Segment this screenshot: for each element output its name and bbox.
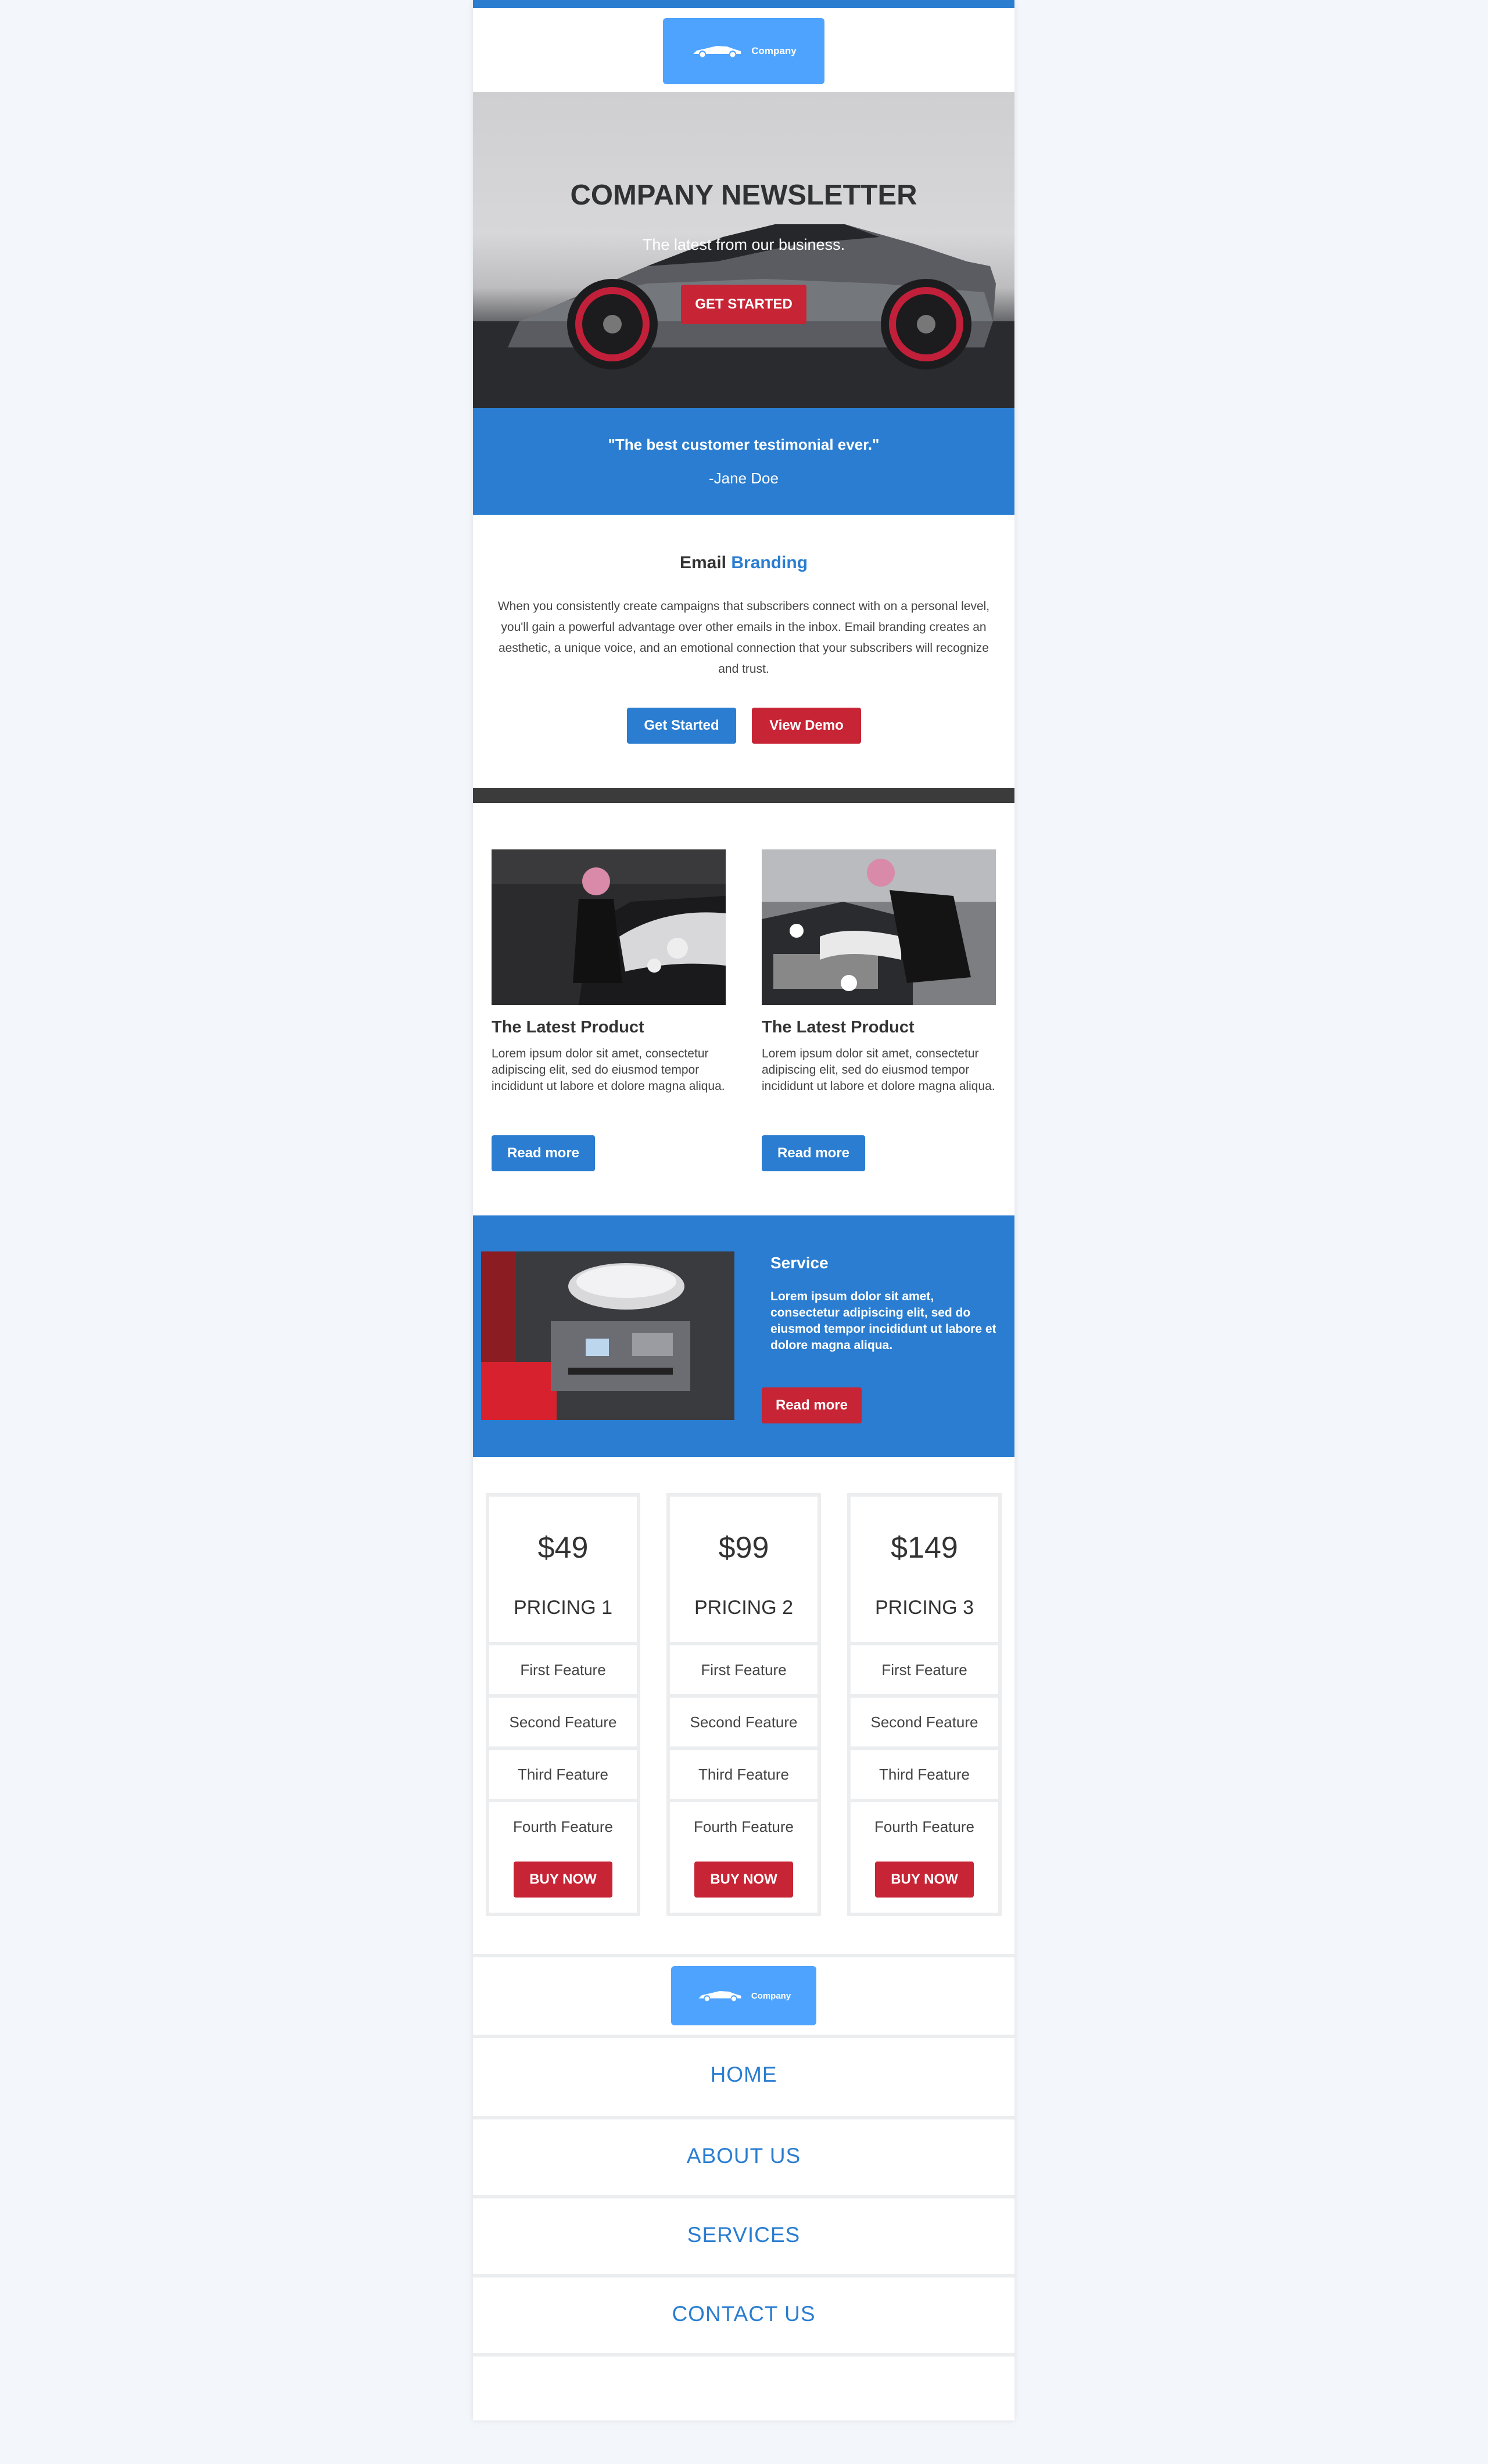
get-started-button[interactable]: Get Started	[627, 708, 736, 744]
feature-row: Second Feature	[489, 1694, 637, 1746]
buy-now-button-3[interactable]: BUY NOW	[875, 1862, 974, 1898]
buy-now-button-2[interactable]: BUY NOW	[694, 1862, 793, 1898]
hero-banner: COMPANY NEWSLETTER The latest from our b…	[473, 92, 1014, 408]
feature-row: Third Feature	[670, 1746, 817, 1799]
view-demo-button[interactable]: View Demo	[752, 708, 861, 744]
footer-divider	[473, 2353, 1014, 2357]
service-title: Service	[770, 1254, 829, 1272]
footer-divider	[473, 1954, 1014, 1957]
car-icon	[693, 46, 741, 58]
product-title-2: The Latest Product	[762, 1018, 915, 1036]
section-divider	[473, 788, 1014, 803]
feature-row: First Feature	[670, 1642, 817, 1694]
feature-row: First Feature	[489, 1642, 637, 1694]
hero-title: COMPANY NEWSLETTER	[570, 180, 917, 211]
product-title-1: The Latest Product	[492, 1018, 644, 1036]
price-amount: $49	[537, 1531, 589, 1565]
branding-title-plain: Email	[679, 553, 727, 572]
car-wash-image-2	[762, 849, 996, 1005]
pricing-card-1: $49 PRICING 1 First Feature Second Featu…	[486, 1493, 640, 1916]
testimonial-section: "The best customer testimonial ever." -J…	[473, 408, 1014, 515]
price-amount: $99	[718, 1531, 769, 1565]
service-read-more-button[interactable]: Read more	[762, 1387, 862, 1423]
feature-row: First Feature	[851, 1642, 998, 1694]
testimonial-author: -Jane Doe	[709, 469, 779, 487]
logo-text: Company	[751, 1990, 791, 2001]
feature-row: Fourth Feature	[670, 1799, 817, 1851]
car-icon	[698, 1991, 741, 2002]
service-body: Lorem ipsum dolor sit amet, consectetur …	[770, 1290, 996, 1352]
branding-title: Email Branding	[473, 553, 1014, 573]
engine-image	[481, 1251, 734, 1420]
footer-divider	[473, 2035, 1014, 2038]
engine-illustration	[481, 1251, 734, 1420]
nav-services-link[interactable]: SERVICES	[473, 2223, 1014, 2247]
branding-body: When you consistently create campaigns t…	[497, 600, 990, 676]
product-body-2: Lorem ipsum dolor sit amet, consectetur …	[762, 1047, 995, 1093]
plan-name: PRICING 2	[694, 1597, 794, 1619]
get-started-hero-button[interactable]: GET STARTED	[681, 285, 806, 324]
logo-text: Company	[751, 45, 797, 56]
plan-name: PRICING 1	[513, 1597, 613, 1619]
feature-row: Second Feature	[851, 1694, 998, 1746]
price-amount: $149	[891, 1531, 958, 1565]
testimonial-quote: "The best customer testimonial ever."	[608, 436, 880, 453]
feature-row: Fourth Feature	[489, 1799, 637, 1851]
footer-divider	[473, 2195, 1014, 2198]
email-container: Company COMPANY NEWSLETTER The latest fr…	[473, 0, 1014, 2420]
pricing-card-3: $149 PRICING 3 First Feature Second Feat…	[847, 1493, 1002, 1916]
read-more-button-2[interactable]: Read more	[762, 1135, 865, 1171]
read-more-button-1[interactable]: Read more	[492, 1135, 595, 1171]
feature-row: Fourth Feature	[851, 1799, 998, 1851]
product-image-1	[492, 849, 726, 1005]
car-wash-image-1	[492, 849, 726, 1005]
buy-now-button-1[interactable]: BUY NOW	[514, 1862, 612, 1898]
branding-title-accent: Branding	[731, 553, 808, 572]
hero-subtitle: The latest from our business.	[642, 236, 845, 253]
feature-row: Third Feature	[489, 1746, 637, 1799]
nav-home-link[interactable]: HOME	[473, 2063, 1014, 2087]
feature-row: Second Feature	[670, 1694, 817, 1746]
pricing-card-2: $99 PRICING 2 First Feature Second Featu…	[666, 1493, 821, 1916]
footer-divider	[473, 2116, 1014, 2119]
footer-divider	[473, 2274, 1014, 2278]
feature-row: Third Feature	[851, 1746, 998, 1799]
product-body-1: Lorem ipsum dolor sit amet, consectetur …	[492, 1047, 725, 1093]
nav-contact-link[interactable]: CONTACT US	[473, 2302, 1014, 2326]
top-accent-bar	[473, 0, 1014, 8]
plan-name: PRICING 3	[874, 1597, 974, 1619]
product-image-2	[762, 849, 996, 1005]
footer-logo[interactable]: Company	[671, 1966, 816, 2025]
service-section: Service Lorem ipsum dolor sit amet, cons…	[473, 1215, 1014, 1457]
header-logo[interactable]: Company	[663, 18, 824, 84]
nav-about-link[interactable]: ABOUT US	[473, 2144, 1014, 2168]
